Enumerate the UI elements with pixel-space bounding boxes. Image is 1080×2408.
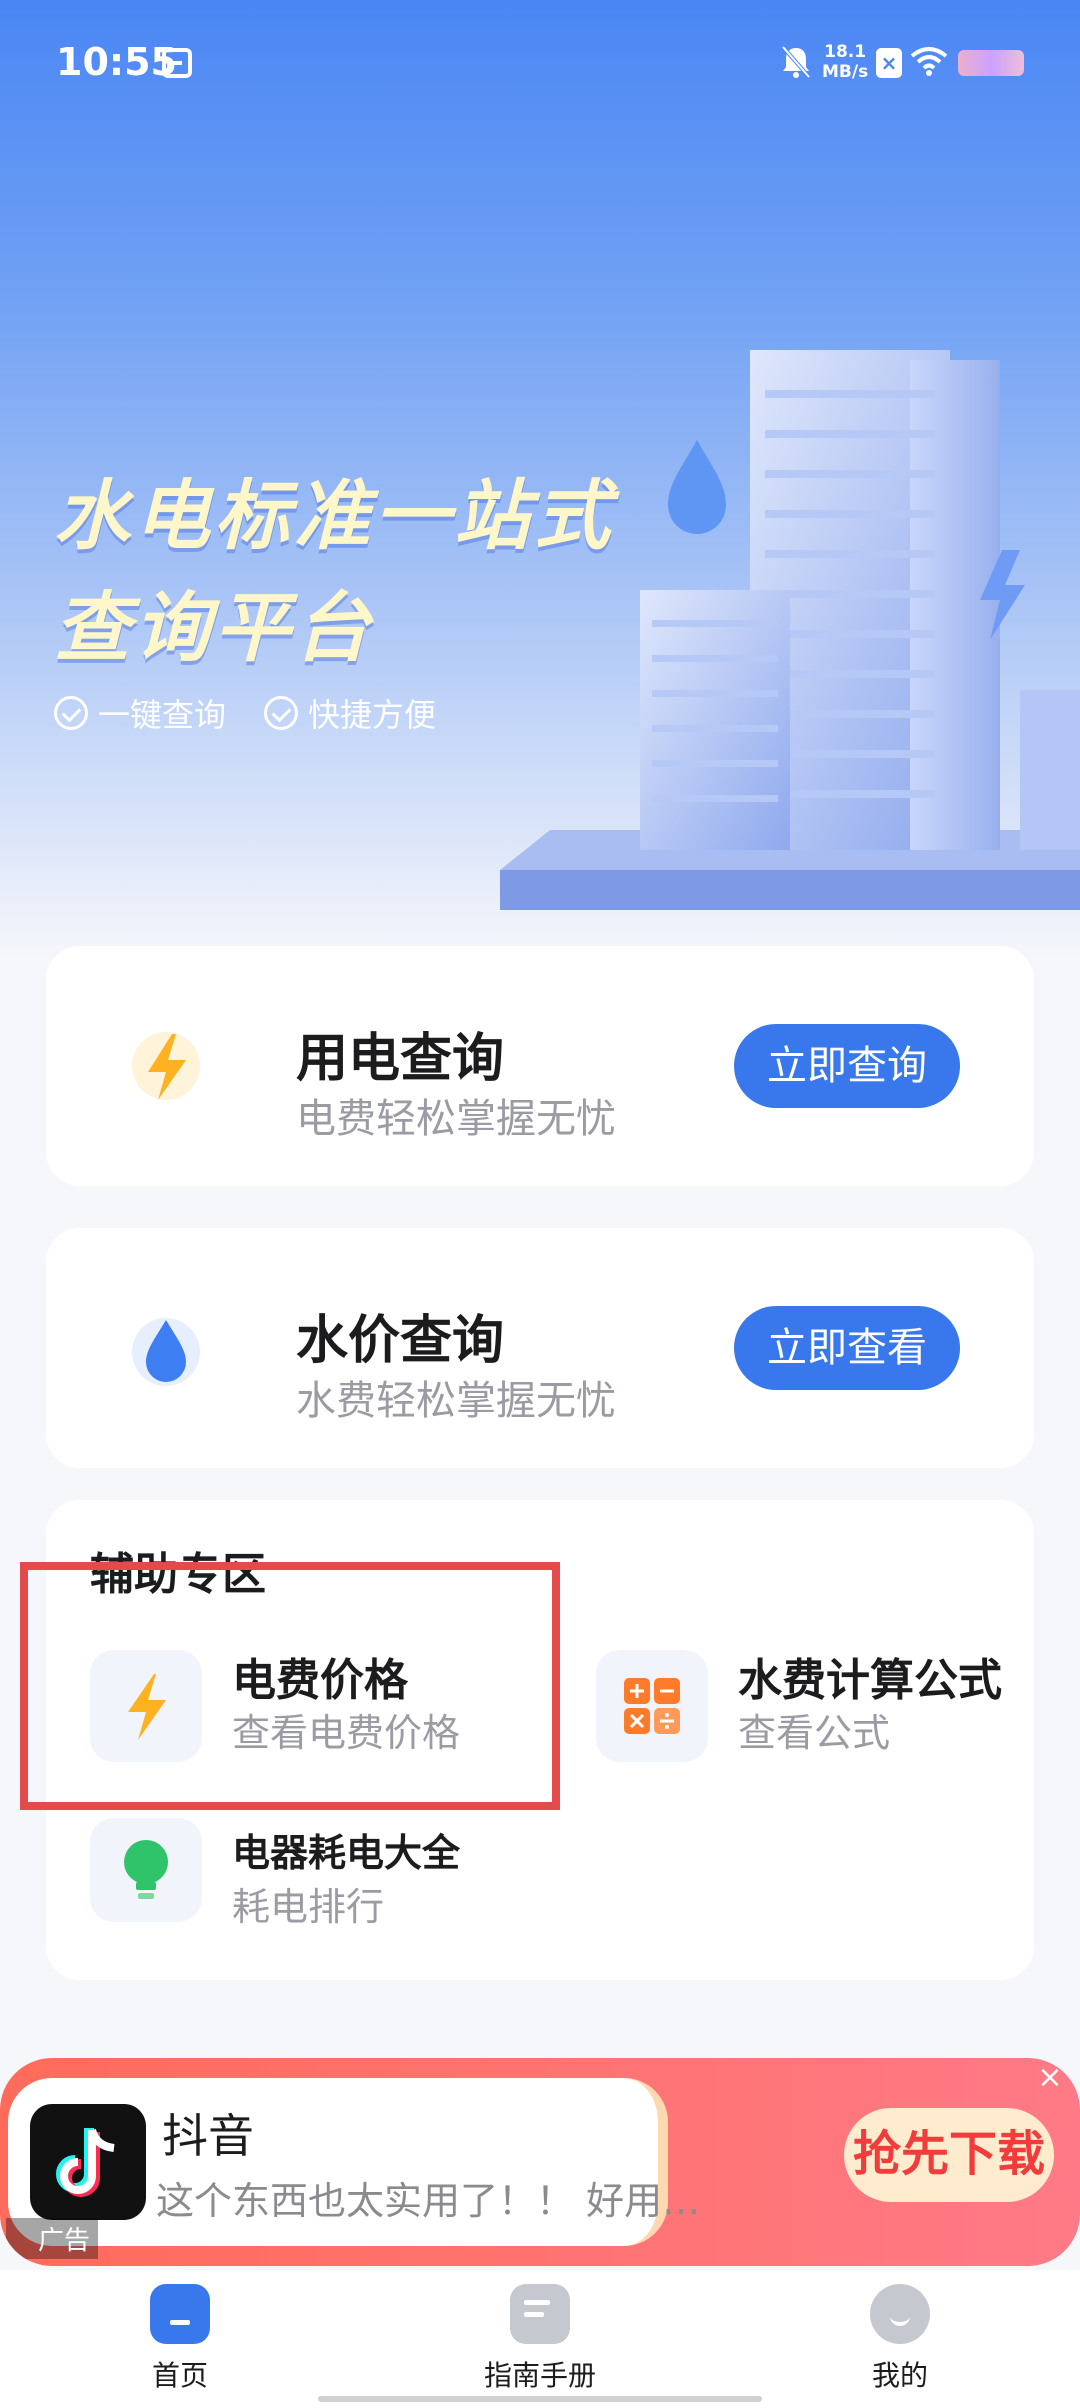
close-icon[interactable]: × xyxy=(1032,2060,1068,2096)
lightning-icon xyxy=(132,1032,200,1100)
hero-banner: 10:55 18.1 MB/s × 水电标准一站式 查询平台 一键查询 快捷方便 xyxy=(0,0,1080,960)
water-price-query-card[interactable]: 水价查询 水费轻松掌握无忧 立即查看 xyxy=(46,1228,1034,1468)
service-title: 水价查询 xyxy=(296,1311,505,1371)
ad-banner[interactable]: 抖音 这个东西也太实用了！！ 好用… 广告 抢先下载 × xyxy=(0,2058,1080,2266)
tab-label: 指南手册 xyxy=(483,2359,596,2392)
network-speed: 18.1 MB/s xyxy=(822,42,868,82)
check-circle-icon xyxy=(264,696,299,730)
wifi-icon xyxy=(910,47,948,76)
download-button[interactable]: 抢先下载 xyxy=(844,2108,1054,2202)
service-title: 用电查询 xyxy=(296,1029,505,1089)
hero-features: 一键查询 快捷方便 xyxy=(54,690,436,736)
feature-item: 快捷方便 xyxy=(264,690,436,736)
ad-description: 这个东西也太实用了！！ 好用… xyxy=(156,2179,701,2223)
tool-subtitle: 耗电排行 xyxy=(232,1885,385,1929)
tool-appliance-consumption[interactable]: 电器耗电大全 耗电排行 xyxy=(46,1818,506,1946)
ad-tag: 广告 xyxy=(6,2218,99,2259)
highlight-box xyxy=(20,1562,560,1810)
ad-app-name: 抖音 xyxy=(162,2109,254,2163)
view-now-button[interactable]: 立即查看 xyxy=(734,1306,960,1390)
query-now-button[interactable]: 立即查询 xyxy=(734,1024,960,1108)
service-subtitle: 水费轻松掌握无忧 xyxy=(296,1378,616,1424)
feature-label: 快捷方便 xyxy=(308,696,437,734)
tab-guide[interactable]: 指南手册 xyxy=(450,2284,630,2404)
guide-book-icon xyxy=(510,2284,570,2344)
light-bulb-icon xyxy=(124,1840,168,1899)
tab-label: 首页 xyxy=(151,2359,208,2392)
service-subtitle: 电费轻松掌握无忧 xyxy=(296,1096,616,1142)
tool-icon-box xyxy=(596,1650,708,1762)
tab-label: 我的 xyxy=(871,2359,928,2392)
city-building-illustration xyxy=(500,350,1080,910)
home-icon xyxy=(150,2284,210,2344)
status-bar: 10:55 18.1 MB/s × xyxy=(0,0,1080,126)
network-speed-value: 18.1 xyxy=(824,42,867,62)
tool-title: 水费计算公式 xyxy=(738,1655,1002,1706)
water-drop-icon xyxy=(132,1318,200,1386)
notification-app-icon xyxy=(162,48,192,78)
check-circle-icon xyxy=(54,696,88,730)
battery-icon xyxy=(958,50,1024,76)
sim-icon: × xyxy=(876,48,902,78)
profile-icon xyxy=(870,2284,930,2344)
mute-icon xyxy=(781,45,811,79)
tab-home[interactable]: 首页 xyxy=(90,2284,270,2404)
home-indicator xyxy=(318,2396,762,2402)
calculator-icon xyxy=(624,1678,680,1734)
tool-subtitle: 查看公式 xyxy=(738,1711,891,1755)
feature-label: 一键查询 xyxy=(98,696,227,734)
tool-icon-box xyxy=(90,1818,202,1922)
douyin-logo-icon xyxy=(30,2104,146,2220)
bottom-tab-bar: 首页 指南手册 我的 xyxy=(0,2270,1080,2408)
status-time: 10:55 xyxy=(56,40,177,84)
network-speed-unit: MB/s xyxy=(822,62,869,82)
feature-item: 一键查询 xyxy=(54,690,226,736)
tool-water-formula[interactable]: 水费计算公式 查看公式 xyxy=(552,1640,1012,1762)
tab-profile[interactable]: 我的 xyxy=(810,2284,990,2404)
electricity-query-card[interactable]: 用电查询 电费轻松掌握无忧 立即查询 xyxy=(46,946,1034,1186)
tool-title: 电器耗电大全 xyxy=(232,1831,461,1875)
